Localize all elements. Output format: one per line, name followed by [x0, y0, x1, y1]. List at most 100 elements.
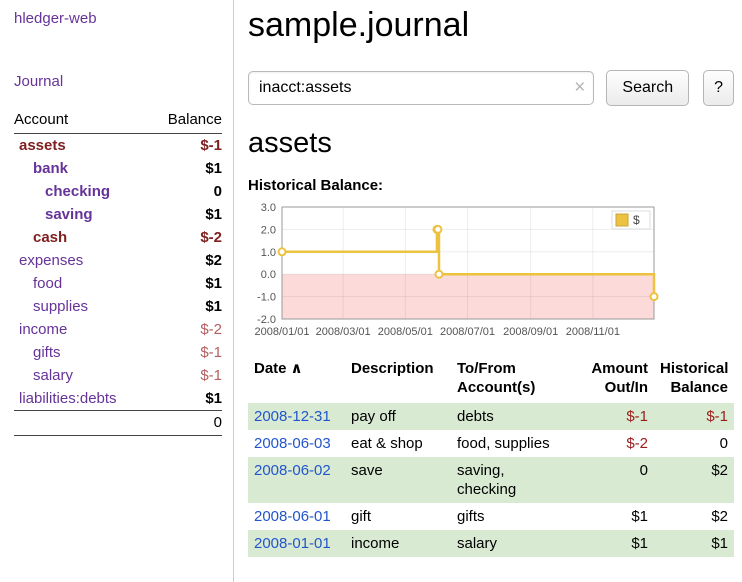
account-name-cell: income: [14, 318, 150, 341]
register-balance-cell: $-1: [654, 403, 734, 430]
clear-search-icon[interactable]: ×: [574, 76, 585, 100]
register-balance-cell: $2: [654, 503, 734, 530]
account-row: cash $-2: [14, 226, 222, 249]
account-row: checking0: [14, 180, 222, 203]
transaction-date-link[interactable]: 2008-06-02: [254, 462, 331, 479]
account-link[interactable]: supplies: [33, 298, 88, 315]
date-header-label: Date: [254, 360, 287, 377]
register-amount-cell: $-1: [578, 403, 654, 430]
accounts-table-header-row: Account Balance: [14, 109, 222, 134]
sidebar-item-journal[interactable]: Journal: [14, 73, 222, 90]
svg-text:-1.0: -1.0: [257, 292, 276, 304]
account-link[interactable]: gifts: [33, 344, 61, 361]
search-input[interactable]: [248, 71, 594, 105]
transaction-date-link[interactable]: 2008-12-31: [254, 408, 331, 425]
account-link[interactable]: saving: [45, 206, 93, 223]
account-link[interactable]: liabilities:debts: [19, 390, 117, 407]
svg-text:2.0: 2.0: [261, 224, 276, 236]
register-row: 2008-06-03eat & shopfood, supplies$-20: [248, 430, 734, 457]
register-amount-cell: 0: [578, 457, 654, 503]
register-date-cell: 2008-06-02: [248, 457, 345, 503]
account-name-cell: food: [14, 272, 150, 295]
transaction-date-link[interactable]: 2008-06-03: [254, 435, 331, 452]
page-title: sample.journal: [248, 6, 734, 45]
register-body: 2008-12-31pay offdebts$-1$-12008-06-03ea…: [248, 403, 734, 557]
account-link[interactable]: income: [19, 321, 67, 338]
svg-text:3.0: 3.0: [261, 202, 276, 214]
account-row: bank $1: [14, 157, 222, 180]
register-date-cell: 2008-12-31: [248, 403, 345, 430]
sidebar: hledger-web Journal Account Balance asse…: [0, 0, 234, 582]
account-balance: $1: [150, 295, 222, 318]
register-date-cell: 2008-01-01: [248, 530, 345, 557]
account-link[interactable]: food: [33, 275, 62, 292]
register-description-cell: pay off: [345, 403, 451, 430]
search-box: ×: [248, 71, 594, 105]
svg-text:2008/05/01: 2008/05/01: [378, 326, 433, 338]
svg-text:2008/09/01: 2008/09/01: [503, 326, 558, 338]
account-row: expenses$2: [14, 249, 222, 272]
account-name-cell: assets: [14, 134, 150, 158]
help-button[interactable]: ?: [703, 70, 734, 106]
svg-text:2008/03/01: 2008/03/01: [316, 326, 371, 338]
account-balance: $-2: [150, 318, 222, 341]
register-balance-cell: $1: [654, 530, 734, 557]
chart-label: Historical Balance:: [248, 177, 734, 194]
main-content: sample.journal × Search ? assets Histori…: [248, 0, 742, 557]
register-accounts-cell: saving, checking: [451, 457, 578, 503]
register-row: 2008-06-02 savesaving, checking0$2: [248, 457, 734, 503]
register-header-date[interactable]: Date∧: [248, 357, 345, 403]
transaction-date-link[interactable]: 2008-01-01: [254, 535, 331, 552]
register-accounts-cell: gifts: [451, 503, 578, 530]
register-balance-cell: $2: [654, 457, 734, 503]
register-amount-cell: $-2: [578, 430, 654, 457]
accounts-header-balance: Balance: [150, 109, 222, 134]
register-row: 2008-12-31pay offdebts$-1$-1: [248, 403, 734, 430]
register-accounts-cell: debts: [451, 403, 578, 430]
accounts-table-body: assets$-1bank$1checking0saving$1cash$-2e…: [14, 134, 222, 411]
register-accounts-cell: salary: [451, 530, 578, 557]
account-link[interactable]: cash: [33, 229, 67, 246]
account-row: salary$-1: [14, 364, 222, 387]
account-name-cell: gifts: [14, 341, 150, 364]
register-header-balance: Historical Balance: [654, 357, 734, 403]
account-name-cell: cash: [14, 226, 150, 249]
register-header-description: Description: [345, 357, 451, 403]
account-link[interactable]: expenses: [19, 252, 83, 269]
register-header-row: Date∧ Description To/From Account(s) Amo…: [248, 357, 734, 403]
account-name-cell: salary: [14, 364, 150, 387]
register-date-cell: 2008-06-03: [248, 430, 345, 457]
account-balance: $-1: [150, 341, 222, 364]
register-balance-cell: 0: [654, 430, 734, 457]
register-description-cell: eat & shop: [345, 430, 451, 457]
svg-text:2008/11/01: 2008/11/01: [566, 326, 620, 338]
account-row: gifts $-1: [14, 341, 222, 364]
register-description-cell: gift: [345, 503, 451, 530]
register-amount-cell: $1: [578, 530, 654, 557]
sort-asc-icon[interactable]: ∧: [291, 360, 303, 377]
transaction-date-link[interactable]: 2008-06-01: [254, 508, 331, 525]
account-row: supplies $1: [14, 295, 222, 318]
register-description-cell: save: [345, 457, 451, 503]
account-link[interactable]: assets: [19, 137, 66, 154]
historical-balance-chart: 3.02.01.00.0-1.0-2.02008/01/012008/03/01…: [248, 199, 660, 347]
account-balance: $1: [150, 157, 222, 180]
account-link[interactable]: bank: [33, 160, 68, 177]
account-link[interactable]: salary: [33, 367, 73, 384]
account-balance: $1: [150, 272, 222, 295]
account-name-cell: liabilities:debts: [14, 387, 150, 411]
svg-text:-2.0: -2.0: [257, 314, 276, 326]
account-balance: $-2: [150, 226, 222, 249]
svg-text:2008/07/01: 2008/07/01: [440, 326, 495, 338]
search-button[interactable]: Search: [606, 70, 689, 106]
account-row: income $-2: [14, 318, 222, 341]
account-link[interactable]: checking: [45, 183, 110, 200]
account-row: saving$1: [14, 203, 222, 226]
app-brand-link[interactable]: hledger-web: [14, 10, 222, 27]
accounts-total-row: 0: [14, 411, 222, 436]
account-balance: $1: [150, 387, 222, 411]
account-name-cell: saving: [14, 203, 150, 226]
register-amount-cell: $1: [578, 503, 654, 530]
account-name-cell: expenses: [14, 249, 150, 272]
account-row: food $1: [14, 272, 222, 295]
